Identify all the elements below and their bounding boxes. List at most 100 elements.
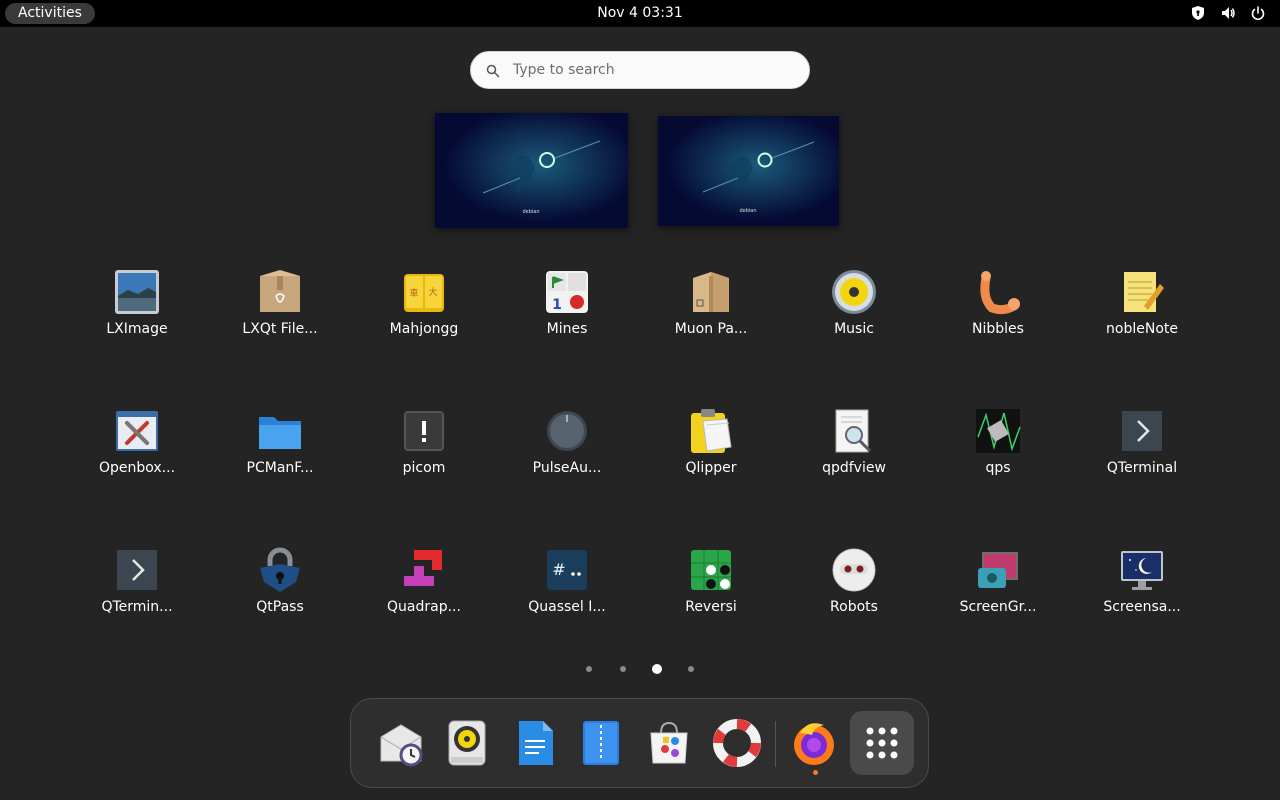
qlipper-clipboard-icon [687,407,735,455]
qpdfview-icon [830,407,878,455]
debian-wallpaper-image: debian [658,116,839,226]
app-label: QTermin... [101,599,173,615]
app-label: Quassel I... [528,599,606,615]
app-lxqt-file-archiver[interactable]: LXQt File... [220,268,340,364]
app-label: Mahjongg [389,321,459,337]
app-label: qpdfview [822,460,886,476]
app-qterminal-drop[interactable]: QTermin... [77,546,197,642]
page-dot-4[interactable] [688,666,694,672]
screengrab-icon [974,546,1022,594]
software-store-icon [650,721,688,764]
app-label: LXQt File... [242,321,318,337]
show-apps-grid-icon [866,727,898,759]
nibbles-icon [974,268,1022,316]
top-bar: Activities Nov 4 03:31 [0,0,1280,27]
app-reversi[interactable]: Reversi [651,546,771,642]
app-qpdfview[interactable]: qpdfview [794,407,914,503]
page-dot-3-active[interactable] [652,664,662,674]
dock-item-rhythmbox[interactable] [443,719,491,767]
app-label: Reversi [685,599,737,615]
app-label: Mines [546,321,588,337]
search-input[interactable] [513,52,793,88]
text-document-icon [519,721,553,765]
workspace-2-label: debian [739,208,756,214]
pcmanfm-folder-icon [256,407,304,455]
volume-icon [1222,7,1235,19]
app-label: QTerminal [1106,460,1178,476]
app-screensaver[interactable]: Screensa... [1082,546,1202,642]
app-label: Music [834,321,874,337]
app-robots[interactable]: Robots [794,546,914,642]
qterminal-icon [1118,407,1166,455]
mahjongg-icon: 車 大 [400,268,448,316]
app-label: Screensa... [1103,599,1181,615]
robots-icon [830,546,878,594]
app-qps[interactable]: qps [938,407,1058,503]
music-icon [830,268,878,316]
dock-item-help[interactable] [713,719,761,767]
app-picom[interactable]: picom [364,407,484,503]
app-qlipper[interactable]: Qlipper [651,407,771,503]
search-bar[interactable] [470,51,810,89]
app-nibbles[interactable]: Nibbles [938,268,1058,364]
muon-package-manager-icon [687,268,735,316]
lxqt-file-archiver-icon [256,268,304,316]
qtpass-lock-icon [256,546,304,594]
dock-item-firefox[interactable] [790,719,838,767]
app-label: ScreenGr... [959,599,1037,615]
openbox-config-icon [113,407,161,455]
workspace-thumbnail-1[interactable]: debian [435,113,628,228]
app-muon-package-manager[interactable]: Muon Pa... [651,268,771,364]
app-label: Robots [830,599,878,615]
activities-button[interactable]: Activities [5,3,95,24]
dock-item-text-editor[interactable] [511,719,559,767]
app-quadrapassel[interactable]: Quadrap... [364,546,484,642]
show-apps-button[interactable] [850,711,914,775]
app-label: QtPass [256,599,304,615]
workspace-thumbnail-2[interactable]: debian [658,116,839,226]
app-screengrab[interactable]: ScreenGr... [938,546,1058,642]
evolution-mail-icon [380,724,423,767]
svg-text:#: # [552,560,565,579]
reversi-icon [687,546,735,594]
svg-text:大: 大 [428,286,437,298]
qps-chip-icon [974,407,1022,455]
search-icon [486,64,500,78]
app-mahjongg[interactable]: 車 大 Mahjongg [364,268,484,364]
qterminal-drop-icon [113,546,161,594]
app-pcmanfm[interactable]: PCManF... [220,407,340,503]
app-qtpass[interactable]: QtPass [220,546,340,642]
workspace-1-label: debian [522,209,539,215]
screensaver-icon [1118,546,1166,594]
app-label: qps [985,460,1011,476]
app-label: Muon Pa... [674,321,748,337]
page-dot-2[interactable] [620,666,626,672]
dock [350,698,929,788]
app-label: Quadrap... [387,599,461,615]
dock-item-software[interactable] [645,719,693,767]
app-pulseaudio[interactable]: PulseAu... [507,407,627,503]
clock-container: Nov 4 03:31 [0,0,1280,27]
noblenote-icon [1118,268,1166,316]
app-mines[interactable]: 1 Mines [507,268,627,364]
dock-item-evolution[interactable] [377,719,425,767]
running-indicator [813,770,818,775]
clock[interactable]: Nov 4 03:31 [597,5,682,21]
app-label: LXImage [106,321,168,337]
system-tray[interactable] [1190,5,1266,21]
app-openbox-config[interactable]: Openbox... [77,407,197,503]
rhythmbox-icon [448,720,486,766]
dock-item-file-archive[interactable] [577,719,625,767]
app-label: Nibbles [972,321,1024,337]
app-music[interactable]: Music [794,268,914,364]
app-quassel-irc[interactable]: # Quassel I... [507,546,627,642]
quadrapassel-icon [400,546,448,594]
page-dot-1[interactable] [586,666,592,672]
app-lximage[interactable]: LXImage [77,268,197,364]
app-noblenote[interactable]: nobleNote [1082,268,1202,364]
quassel-irc-icon: # [543,546,591,594]
app-qterminal[interactable]: QTerminal [1082,407,1202,503]
mines-icon: 1 [543,268,591,316]
debian-wallpaper-image: debian [435,113,628,228]
app-label: Openbox... [98,460,176,476]
